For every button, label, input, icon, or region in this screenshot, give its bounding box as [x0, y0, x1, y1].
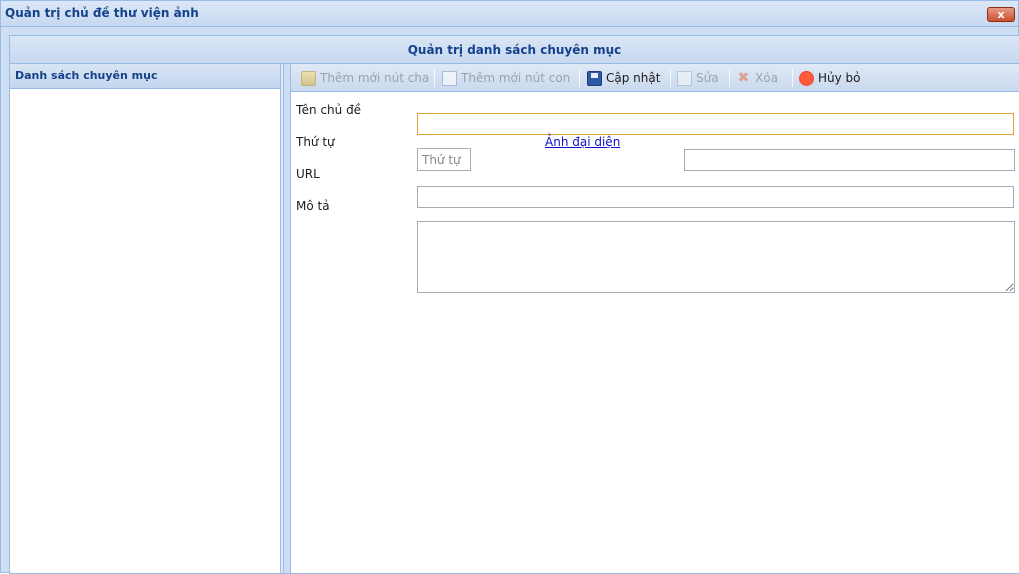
cancel-button[interactable]: Hủy bỏ — [799, 68, 861, 88]
save-button[interactable]: Cập nhật — [587, 68, 660, 88]
url-input[interactable] — [417, 186, 1014, 208]
panel-splitter[interactable] — [283, 64, 291, 573]
delete-icon: ✖ — [737, 69, 750, 86]
toolbar-separator — [579, 69, 580, 87]
save-label: Cập nhật — [606, 71, 661, 85]
add-parent-button[interactable]: Thêm mới nút cha — [301, 68, 429, 88]
edit-label: Sửa — [696, 71, 719, 85]
description-label: Mô tả — [296, 199, 330, 213]
category-tree[interactable] — [10, 89, 280, 572]
add-parent-label: Thêm mới nút cha — [320, 71, 430, 85]
window-title: Quản trị chủ đề thư viện ảnh — [5, 6, 199, 20]
category-list-panel: Danh sách chuyên mục — [10, 64, 281, 573]
description-textarea[interactable] — [417, 221, 1015, 293]
cancel-label: Hủy bỏ — [818, 71, 861, 85]
page-icon — [442, 70, 457, 86]
window-titlebar[interactable]: Quản trị chủ đề thư viện ảnh x — [1, 1, 1018, 27]
toolbar-separator — [792, 69, 793, 87]
save-icon — [587, 70, 602, 86]
main-panel: Quản trị danh sách chuyên mục Danh sách … — [9, 35, 1019, 574]
delete-button[interactable]: ✖ Xóa — [736, 68, 778, 88]
avatar-image-input[interactable] — [684, 149, 1015, 171]
category-list-title: Danh sách chuyên mục — [10, 64, 280, 89]
add-child-button[interactable]: Thêm mới nút con — [442, 68, 570, 88]
edit-button[interactable]: Sửa — [677, 68, 719, 88]
toolbar-separator — [729, 69, 730, 87]
toolbar-separator — [670, 69, 671, 87]
edit-icon — [677, 70, 692, 86]
toolbar: Thêm mới nút cha Thêm mới nút con Cập nh… — [291, 64, 1019, 92]
add-child-label: Thêm mới nút con — [461, 71, 571, 85]
close-button[interactable]: x — [987, 7, 1015, 22]
close-icon: x — [997, 8, 1005, 21]
url-label: URL — [296, 167, 320, 181]
folder-icon — [301, 70, 316, 86]
delete-label: Xóa — [755, 71, 778, 85]
dialog-window: Quản trị chủ đề thư viện ảnh x Quản trị … — [0, 0, 1019, 574]
topic-name-label: Tên chủ đề — [296, 103, 362, 117]
edit-panel: Thêm mới nút cha Thêm mới nút con Cập nh… — [291, 64, 1019, 573]
order-label: Thứ tự — [296, 135, 335, 149]
topic-name-input[interactable] — [417, 113, 1014, 135]
order-input[interactable] — [417, 148, 471, 171]
panel-title: Quản trị danh sách chuyên mục — [10, 36, 1019, 64]
toolbar-separator — [434, 69, 435, 87]
avatar-image-link[interactable]: Ảnh đại diện — [545, 135, 620, 149]
stop-icon — [799, 70, 814, 86]
